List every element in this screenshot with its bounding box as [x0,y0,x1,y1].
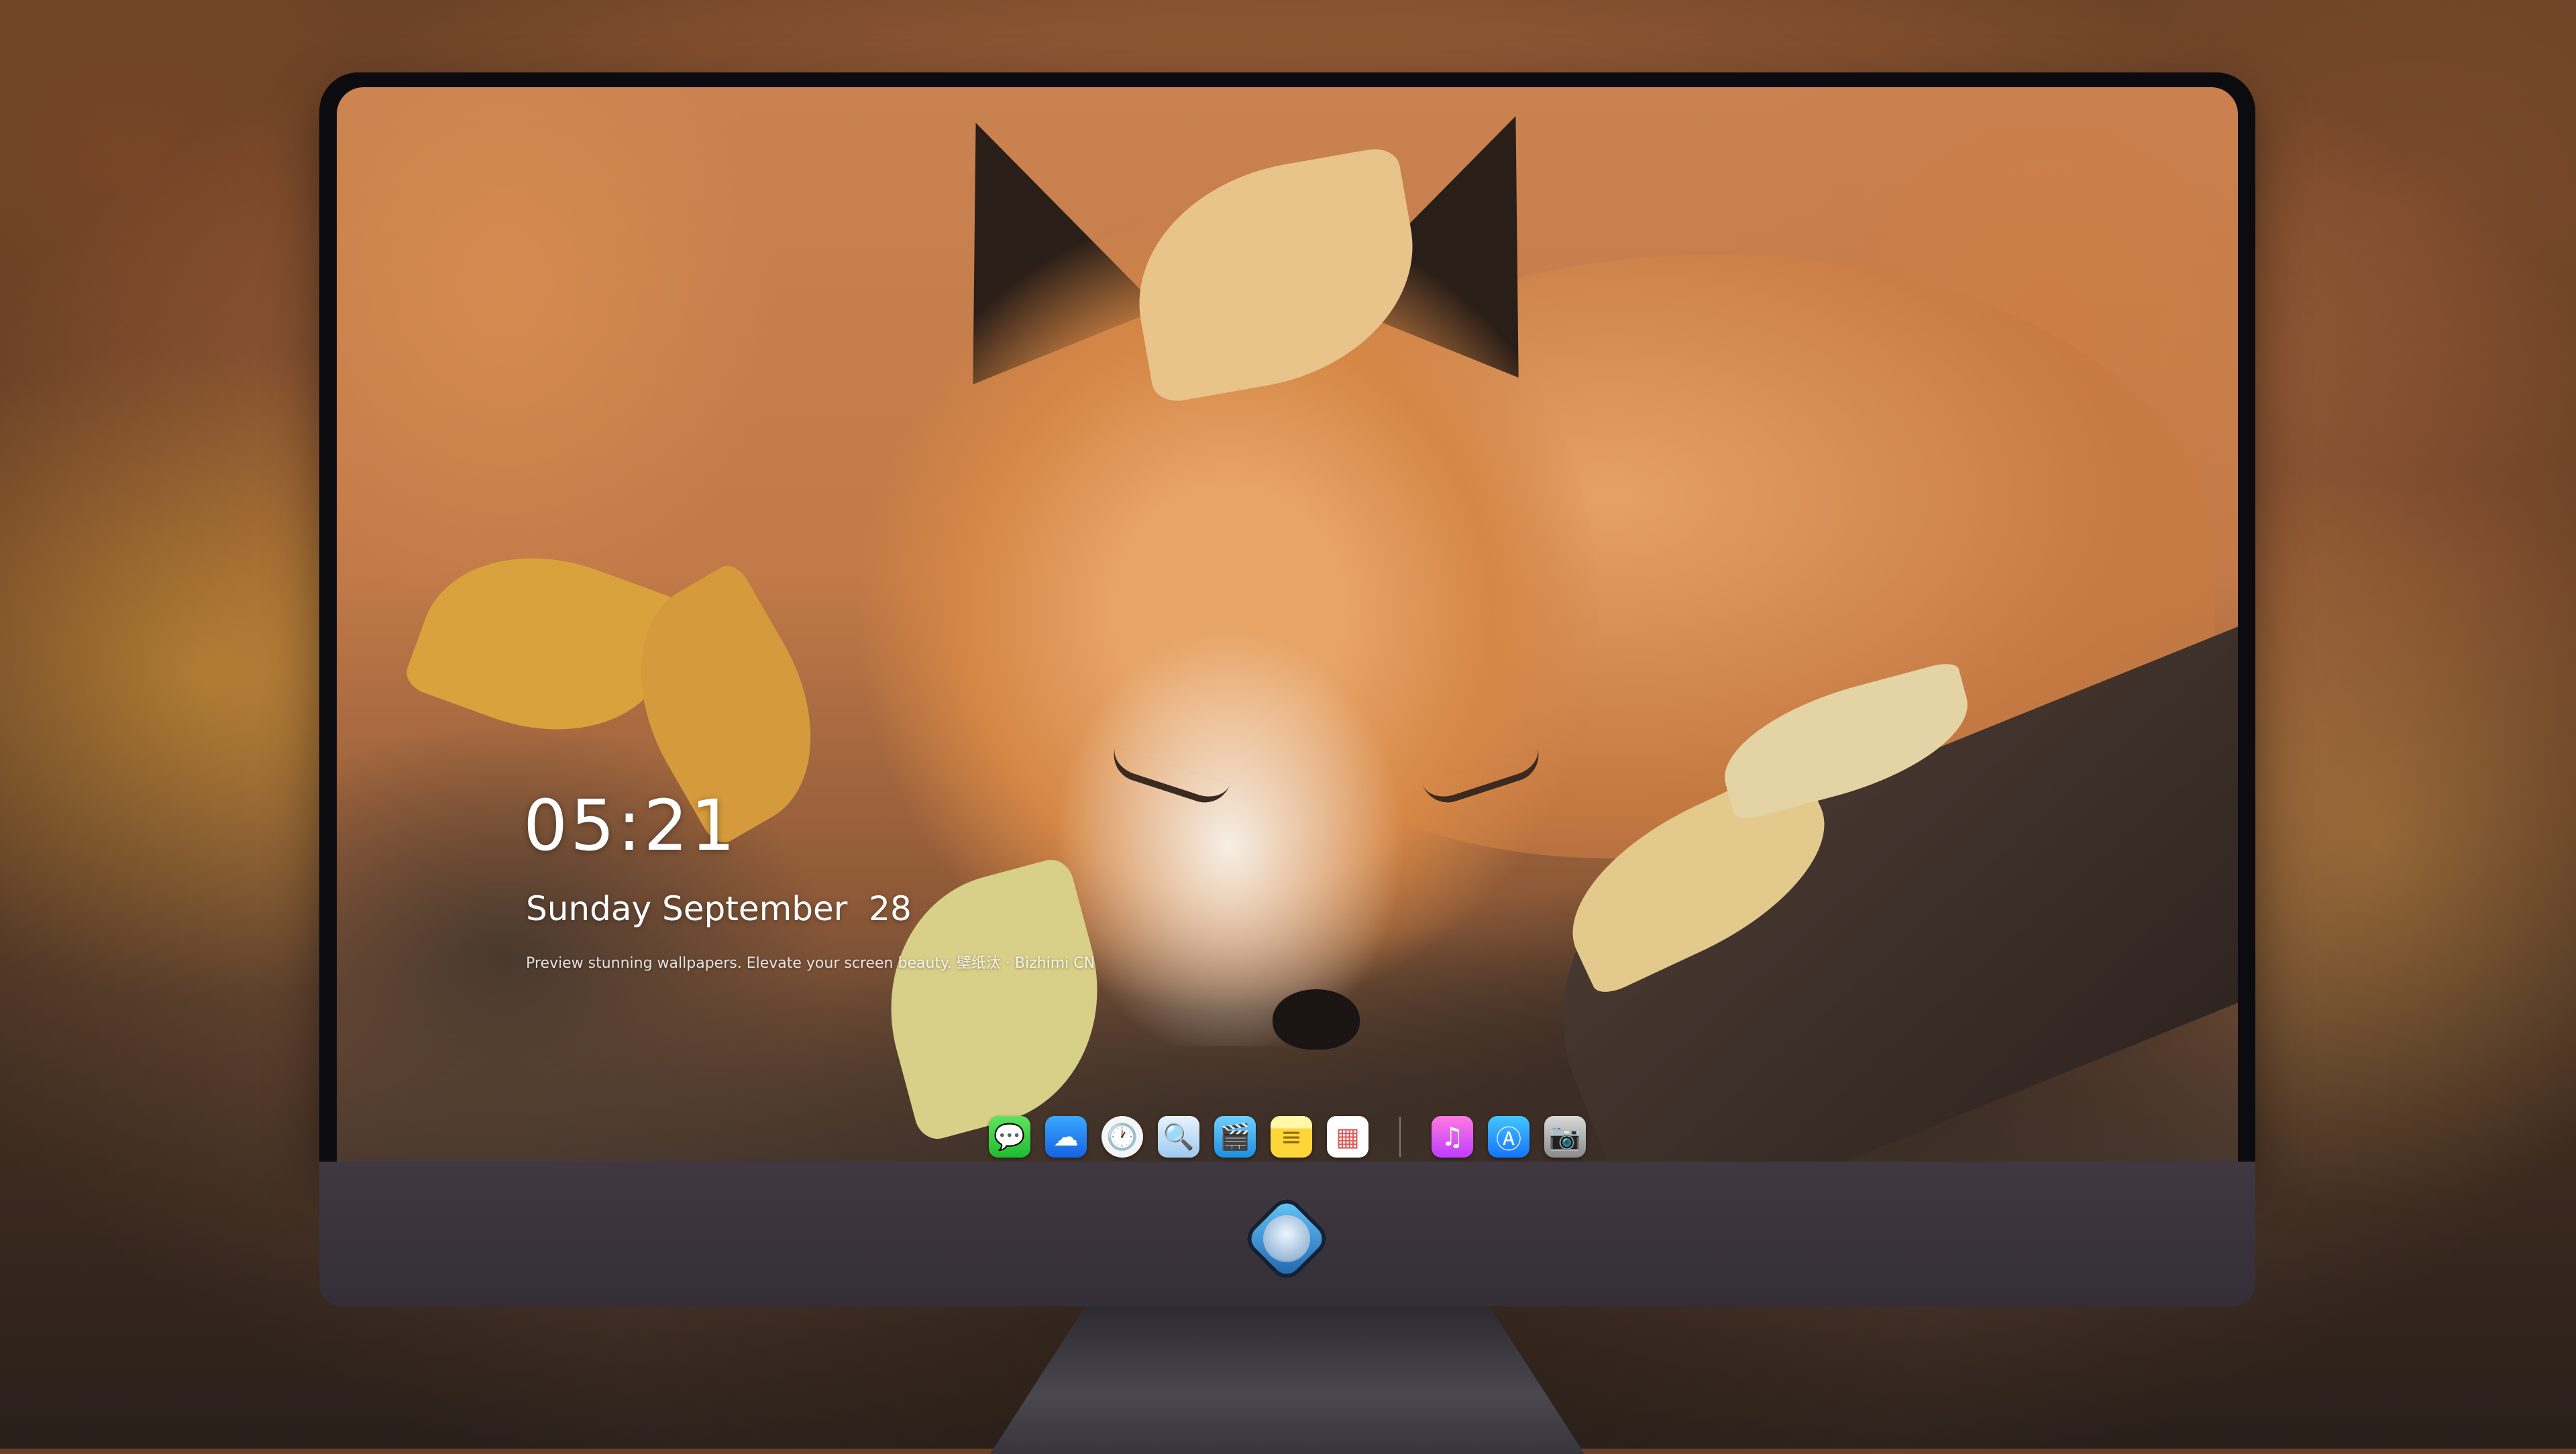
notes-icon[interactable]: ≡ [1271,1116,1312,1158]
camera-icon[interactable]: 📷 [1544,1116,1586,1158]
messages-icon[interactable]: 💬 [989,1116,1030,1158]
clips-icon[interactable]: 🎬 [1214,1116,1256,1158]
app-store-icon[interactable]: Ⓐ [1488,1116,1529,1158]
dock-group-right: ♫ Ⓐ 📷 [1432,1116,1586,1158]
dock-group-left: 💬 ☁ 🕐 🔍 🎬 ≡ ▦ [989,1116,1368,1158]
photos-icon[interactable]: ▦ [1327,1116,1368,1158]
lock-clock: 05:21 [523,785,738,866]
lock-date: Sunday September 28 [526,889,912,928]
preview-icon[interactable]: 🔍 [1158,1116,1199,1158]
monitor-bezel: 05:21 Sunday September 28 Preview stunni… [319,72,2255,1162]
monitor: 05:21 Sunday September 28 Preview stunni… [319,72,2255,1454]
wallpaper-fox-nose [1273,989,1360,1050]
dock: 💬 ☁ 🕐 🔍 🎬 ≡ ▦ ♫ Ⓐ 📷 [337,1107,2238,1162]
brand-logo-mascot-icon [1263,1215,1310,1262]
weather-icon[interactable]: ☁ [1045,1116,1087,1158]
dock-separator [1399,1117,1401,1157]
lock-tagline: Preview stunning wallpapers. Elevate you… [526,955,1095,972]
lock-screen[interactable]: 05:21 Sunday September 28 Preview stunni… [337,87,2238,1162]
clock-icon[interactable]: 🕐 [1102,1116,1143,1158]
music-icon[interactable]: ♫ [1432,1116,1473,1158]
monitor-stand [990,1306,1585,1454]
